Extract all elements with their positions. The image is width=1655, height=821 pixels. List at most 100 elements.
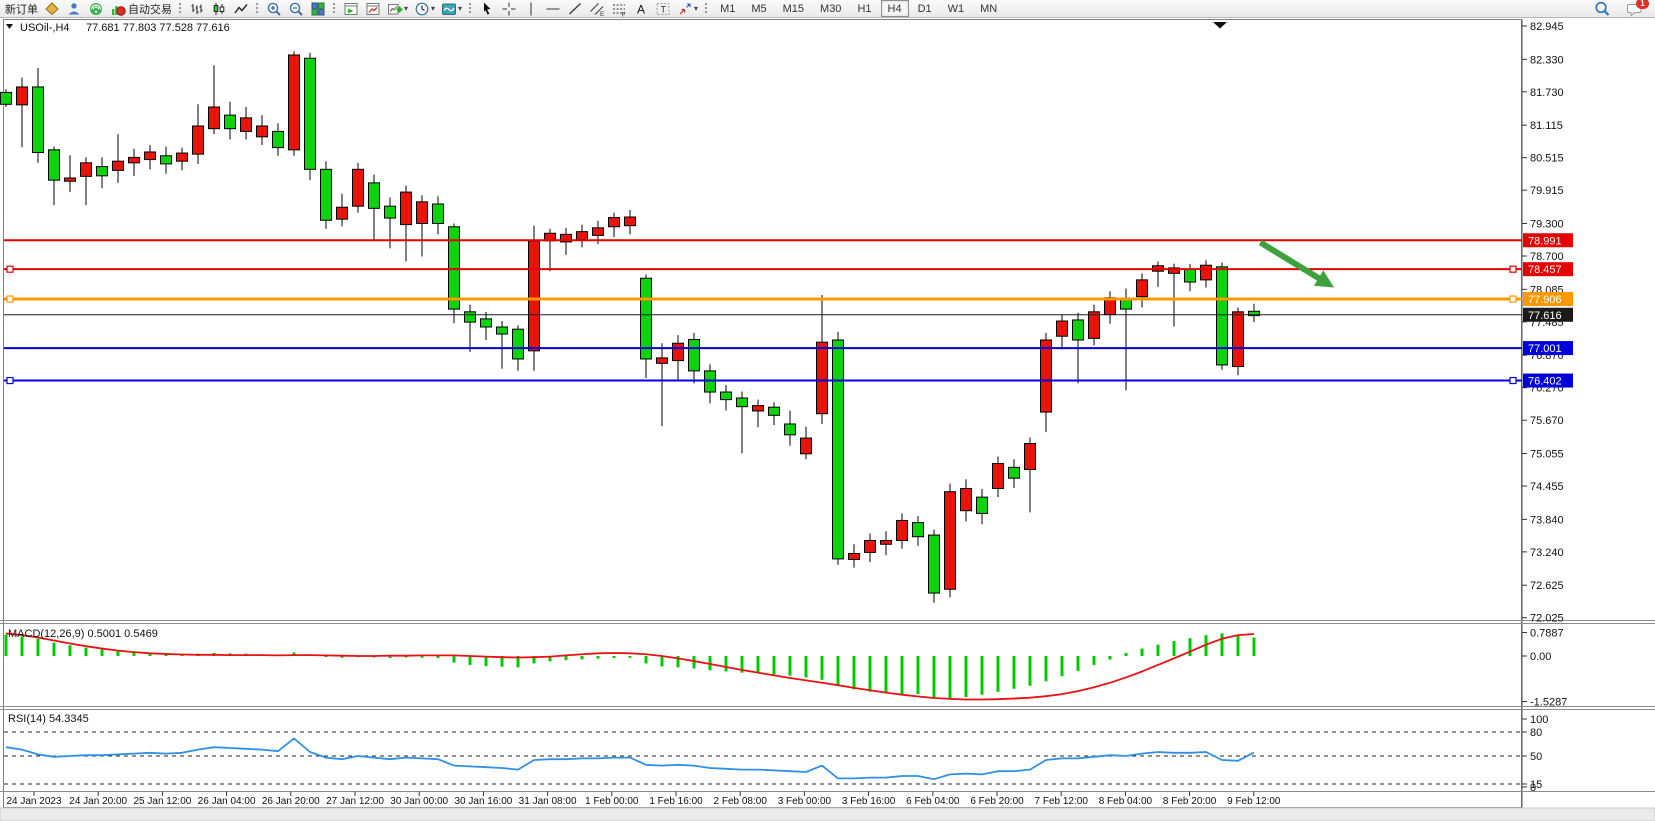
candle[interactable]	[929, 535, 940, 593]
candle[interactable]	[257, 126, 268, 137]
candle[interactable]	[49, 150, 60, 180]
candle[interactable]	[609, 218, 620, 227]
candle[interactable]	[497, 327, 508, 334]
candle[interactable]	[1233, 312, 1244, 367]
candle[interactable]	[465, 312, 476, 322]
profile-icon[interactable]	[64, 1, 84, 17]
candle[interactable]	[865, 540, 876, 552]
candle[interactable]	[145, 152, 156, 160]
new-chart-button[interactable]: ▾	[385, 1, 410, 17]
candle[interactable]	[737, 398, 748, 407]
horizontal-line-icon[interactable]	[543, 1, 563, 17]
candle[interactable]	[641, 278, 652, 359]
candle[interactable]	[881, 540, 892, 544]
candle[interactable]	[65, 178, 76, 181]
candle[interactable]	[1009, 467, 1020, 478]
notifications-button[interactable]: 1	[1624, 1, 1644, 17]
candle[interactable]	[433, 204, 444, 224]
candle[interactable]	[17, 87, 28, 105]
trendline-icon[interactable]	[565, 1, 585, 17]
chart-track-icon[interactable]	[363, 1, 383, 17]
candle[interactable]	[993, 464, 1004, 489]
candle[interactable]	[961, 488, 972, 510]
equidistant-channel-icon[interactable]: E	[587, 1, 607, 17]
candle[interactable]	[625, 217, 636, 226]
new-order-button[interactable]: 新订单	[1, 1, 40, 17]
candle[interactable]	[385, 206, 396, 218]
candle[interactable]	[321, 169, 332, 220]
candle[interactable]	[801, 438, 812, 454]
line-drag-handle[interactable]	[1510, 296, 1516, 302]
bar-chart-icon[interactable]	[187, 1, 207, 17]
candle[interactable]	[1217, 267, 1228, 365]
candle[interactable]	[833, 340, 844, 559]
timeframe-button-d1[interactable]: D1	[911, 0, 939, 17]
timeframe-button-m30[interactable]: M30	[813, 0, 848, 17]
candle[interactable]	[1057, 321, 1068, 336]
templates-button[interactable]: ▾	[439, 1, 464, 17]
candle[interactable]	[753, 406, 764, 411]
candle[interactable]	[689, 339, 700, 370]
candle[interactable]	[769, 407, 780, 415]
timeframe-button-m5[interactable]: M5	[744, 0, 773, 17]
candle[interactable]	[513, 329, 524, 359]
candle[interactable]	[337, 207, 348, 219]
candle[interactable]	[481, 319, 492, 327]
candle[interactable]	[305, 58, 316, 169]
candle[interactable]	[1137, 280, 1148, 297]
candle[interactable]	[177, 153, 188, 161]
candle[interactable]	[129, 157, 140, 162]
candle[interactable]	[785, 424, 796, 435]
candle[interactable]	[977, 497, 988, 513]
candle[interactable]	[721, 392, 732, 400]
line-drag-handle[interactable]	[7, 296, 13, 302]
candle[interactable]	[225, 115, 236, 129]
candle[interactable]	[273, 131, 284, 147]
text-label-icon[interactable]: T	[653, 1, 673, 17]
candle[interactable]	[657, 358, 668, 363]
line-drag-handle[interactable]	[1510, 378, 1516, 384]
cursor-icon[interactable]	[477, 1, 497, 17]
candle[interactable]	[897, 520, 908, 540]
timeframe-button-m15[interactable]: M15	[776, 0, 811, 17]
candle[interactable]	[97, 167, 108, 176]
timeframe-button-w1[interactable]: W1	[941, 0, 972, 17]
candle[interactable]	[209, 107, 220, 129]
auto-trading-button[interactable]: 自动交易	[108, 1, 174, 17]
periods-button[interactable]: ▾	[412, 1, 437, 17]
candle[interactable]	[81, 163, 92, 177]
candle[interactable]	[945, 492, 956, 590]
candle[interactable]	[1089, 312, 1100, 339]
line-drag-handle[interactable]	[1510, 266, 1516, 272]
arrows-button[interactable]: ▾	[675, 1, 700, 17]
text-icon[interactable]: A	[631, 1, 651, 17]
candle[interactable]	[193, 126, 204, 154]
line-chart-icon[interactable]	[231, 1, 251, 17]
candle[interactable]	[449, 227, 460, 309]
candle[interactable]	[673, 343, 684, 360]
timeframe-button-h4[interactable]: H4	[881, 0, 909, 17]
auto-arrange-icon[interactable]	[341, 1, 361, 17]
tile-windows-icon[interactable]	[308, 1, 328, 17]
candle[interactable]	[577, 232, 588, 240]
candle[interactable]	[1201, 265, 1212, 280]
candle[interactable]	[241, 118, 252, 132]
candle[interactable]	[161, 156, 172, 164]
candle[interactable]	[113, 161, 124, 170]
timeframe-button-mn[interactable]: MN	[973, 0, 1004, 17]
timeframe-button-m1[interactable]: M1	[713, 0, 742, 17]
zoom-in-icon[interactable]	[264, 1, 284, 17]
candle[interactable]	[401, 192, 412, 225]
fibonacci-icon[interactable]: F	[609, 1, 629, 17]
candle[interactable]	[529, 241, 540, 351]
crosshair-icon[interactable]	[499, 1, 519, 17]
candle[interactable]	[1073, 320, 1084, 340]
candle[interactable]	[1025, 444, 1036, 470]
candle[interactable]	[33, 87, 44, 153]
candle[interactable]	[353, 169, 364, 206]
timeframe-button-h1[interactable]: H1	[850, 0, 878, 17]
candle[interactable]	[913, 523, 924, 537]
zoom-out-icon[interactable]	[286, 1, 306, 17]
candle[interactable]	[369, 183, 380, 208]
signals-icon[interactable]	[86, 1, 106, 17]
